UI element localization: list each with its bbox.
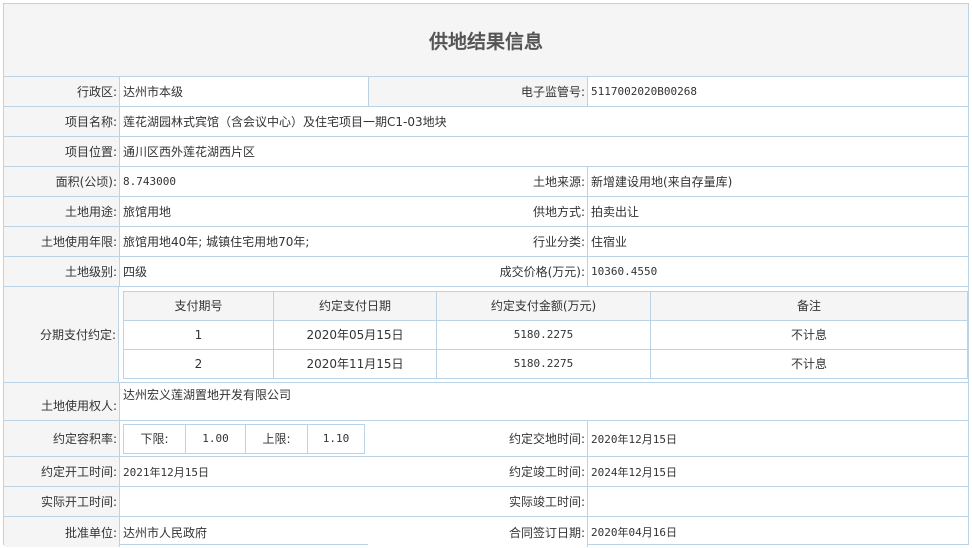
installment-label: 分期支付约定: — [4, 287, 119, 382]
installment-header-row: 支付期号 约定支付日期 约定支付金额(万元) 备注 — [123, 290, 968, 321]
finish-value: 2024年12月15日 — [591, 465, 677, 479]
period-cell: 2 — [123, 348, 274, 379]
note-cell: 不计息 — [650, 348, 968, 379]
delivery-label: 约定交地时间: — [368, 421, 588, 456]
area-value: 8.743000 — [123, 175, 176, 188]
approval-label: 批准单位: — [4, 517, 120, 547]
upper-label: 上限: — [246, 424, 308, 453]
installment-row: 2 2020年11月15日 5180.2275 不计息 — [123, 348, 968, 379]
lower-value: 1.00 — [186, 424, 246, 453]
start-value: 2021年12月15日 — [123, 465, 209, 479]
region-value: 达州市本级 — [123, 85, 184, 99]
actual-finish-label: 实际竣工时间: — [368, 487, 588, 516]
amount-cell: 5180.2275 — [436, 319, 651, 350]
supply-method-label: 供地方式: — [368, 197, 588, 226]
row-owner: 土地使用权人: 达州宏义莲湖置地开发有限公司 — [4, 383, 968, 421]
col-date-header: 约定支付日期 — [273, 290, 437, 321]
upper-value: 1.10 — [322, 432, 350, 445]
start-label: 约定开工时间: — [4, 457, 120, 486]
term-label: 土地使用年限: — [4, 227, 120, 256]
area-label: 面积(公顷): — [4, 167, 120, 196]
installment-table-wrap: 支付期号 约定支付日期 约定支付金额(万元) 备注 1 2020年05月15日 … — [119, 287, 968, 382]
finish-label: 约定竣工时间: — [368, 457, 588, 486]
contract-date-value: 2020年04月16日 — [591, 526, 677, 539]
row-actual: 实际开工时间: 实际竣工时间: — [4, 487, 968, 517]
industry-value: 住宿业 — [591, 235, 628, 249]
source-value: 新增建设用地(来自存量库) — [591, 175, 733, 189]
row-approval: 批准单位: 达州市人民政府 合同签订日期: 2020年04月16日 — [4, 517, 968, 547]
period-cell: 1 — [123, 319, 274, 350]
owner-label: 土地使用权人: — [4, 383, 120, 420]
location-label: 项目位置: — [4, 137, 120, 166]
row-location: 项目位置: 通川区西外莲花湖西片区 — [4, 137, 968, 167]
source-label: 土地来源: — [368, 167, 588, 196]
date-cell: 2020年05月15日 — [273, 319, 437, 350]
row-installment: 分期支付约定: 支付期号 约定支付日期 约定支付金额(万元) 备注 1 2020… — [4, 287, 968, 383]
row-project-name: 项目名称: 莲花湖园林式宾馆（含会议中心）及住宅项目一期C1-03地块 — [4, 107, 968, 137]
col-amount-header: 约定支付金额(万元) — [436, 290, 651, 321]
plot-ratio-box: 下限: 1.00 上限: 1.10 — [120, 421, 368, 456]
actual-finish-value — [588, 487, 968, 516]
approval-value: 达州市人民政府 — [123, 525, 208, 540]
actual-start-label: 实际开工时间: — [4, 487, 120, 516]
row-usage: 土地用途: 旅馆用地 供地方式: 拍卖出让 — [4, 197, 968, 227]
row-area: 面积(公顷): 8.743000 土地来源: 新增建设用地(来自存量库) — [4, 167, 968, 197]
land-supply-result-panel: 供地结果信息 行政区: 达州市本级 电子监管号: 5117002020B0026… — [3, 3, 969, 547]
col-period-header: 支付期号 — [123, 290, 274, 321]
installment-table: 支付期号 约定支付日期 约定支付金额(万元) 备注 1 2020年05月15日 … — [123, 290, 968, 379]
row-plot-ratio: 约定容积率: 下限: 1.00 上限: 1.10 约定交地时间: 2020年12… — [4, 421, 968, 457]
row-region: 行政区: 达州市本级 电子监管号: 5117002020B00268 — [4, 77, 968, 107]
usage-label: 土地用途: — [4, 197, 120, 226]
actual-start-value — [120, 487, 368, 516]
row-grade: 土地级别: 四级 成交价格(万元): 10360.4550 — [4, 257, 968, 287]
row-term: 土地使用年限: 旅馆用地40年; 城镇住宅用地70年; 行业分类: 住宿业 — [4, 227, 968, 257]
region-label: 行政区: — [4, 77, 120, 106]
plot-ratio-range: 下限: 1.00 上限: 1.10 — [123, 423, 365, 454]
delivery-value: 2020年12月15日 — [591, 432, 677, 446]
col-note-header: 备注 — [650, 290, 968, 321]
project-name-value: 莲花湖园林式宾馆（含会议中心）及住宅项目一期C1-03地块 — [123, 115, 447, 129]
contract-date-label: 合同签订日期: — [368, 517, 588, 547]
location-value: 通川区西外莲花湖西片区 — [123, 145, 256, 159]
installment-row: 1 2020年05月15日 5180.2275 不计息 — [123, 319, 968, 350]
supervision-label: 电子监管号: — [368, 77, 588, 106]
date-cell: 2020年11月15日 — [273, 348, 437, 379]
grade-label: 土地级别: — [4, 257, 120, 286]
usage-value: 旅馆用地 — [123, 205, 172, 219]
amount-cell: 5180.2275 — [436, 348, 651, 379]
term-value: 旅馆用地40年; 城镇住宅用地70年; — [123, 235, 310, 249]
plot-ratio-label: 约定容积率: — [4, 421, 120, 456]
grade-value: 四级 — [123, 265, 148, 279]
row-start: 约定开工时间: 2021年12月15日 约定竣工时间: 2024年12月15日 — [4, 457, 968, 487]
owner-value: 达州宏义莲湖置地开发有限公司 — [123, 388, 292, 402]
price-value: 10360.4550 — [591, 265, 658, 278]
project-name-label: 项目名称: — [4, 107, 120, 136]
supply-method-value: 拍卖出让 — [591, 205, 640, 219]
industry-label: 行业分类: — [368, 227, 588, 256]
note-cell: 不计息 — [650, 319, 968, 350]
page-title: 供地结果信息 — [4, 4, 968, 77]
supervision-value: 5117002020B00268 — [591, 85, 697, 98]
lower-label: 下限: — [124, 424, 186, 453]
price-label: 成交价格(万元): — [368, 257, 588, 286]
